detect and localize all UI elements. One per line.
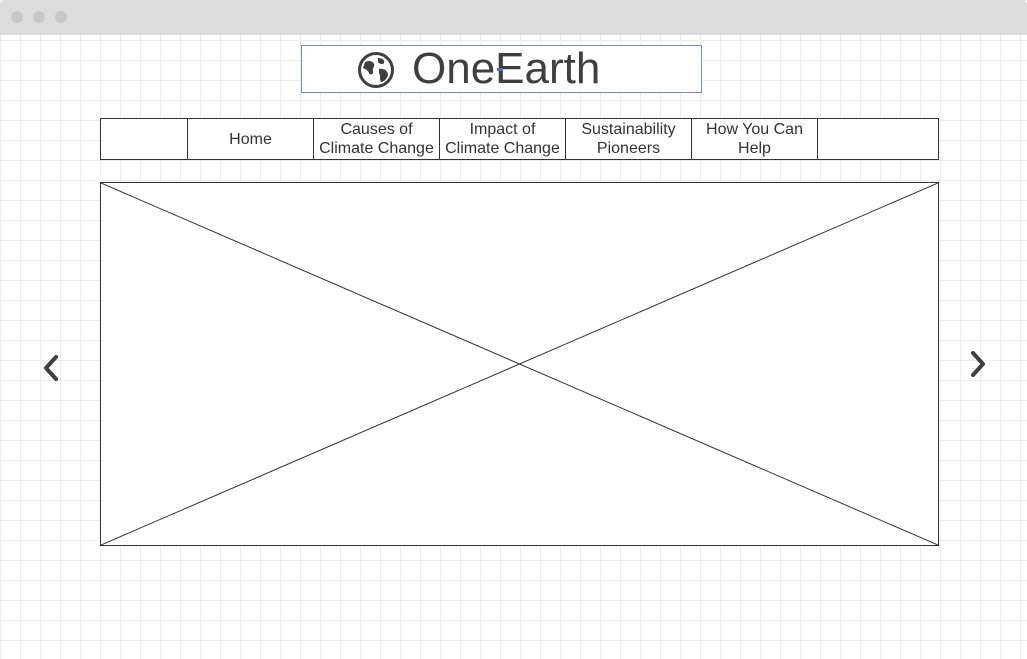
globe-icon: [358, 52, 394, 88]
browser-window: OneEarth Home Causes of Climate Change I…: [0, 0, 1027, 659]
nav-item-impact-of-climate-change[interactable]: Impact of Climate Change: [440, 119, 566, 159]
window-titlebar: [0, 0, 1027, 35]
image-placeholder-cross: [101, 183, 938, 545]
nav-item-causes-of-climate-change[interactable]: Causes of Climate Change: [314, 119, 440, 159]
brand-title[interactable]: OneEarth: [412, 44, 600, 94]
nav-item-how-you-can-help[interactable]: How You Can Help: [692, 119, 818, 159]
nav-item-sustainability-pioneers[interactable]: Sustainability Pioneers: [566, 119, 692, 159]
text-cursor: [497, 68, 503, 71]
carousel-image-placeholder[interactable]: [100, 182, 939, 546]
window-maximize-dot[interactable]: [55, 11, 67, 23]
nav-item-home[interactable]: Home: [188, 119, 314, 159]
chevron-right-icon[interactable]: [966, 349, 988, 379]
window-close-dot[interactable]: [11, 11, 23, 23]
main-navigation: Home Causes of Climate Change Impact of …: [100, 118, 939, 160]
chevron-left-icon[interactable]: [41, 353, 63, 383]
nav-spacer-right: [818, 119, 938, 159]
window-minimize-dot[interactable]: [33, 11, 45, 23]
nav-spacer-left: [101, 119, 188, 159]
